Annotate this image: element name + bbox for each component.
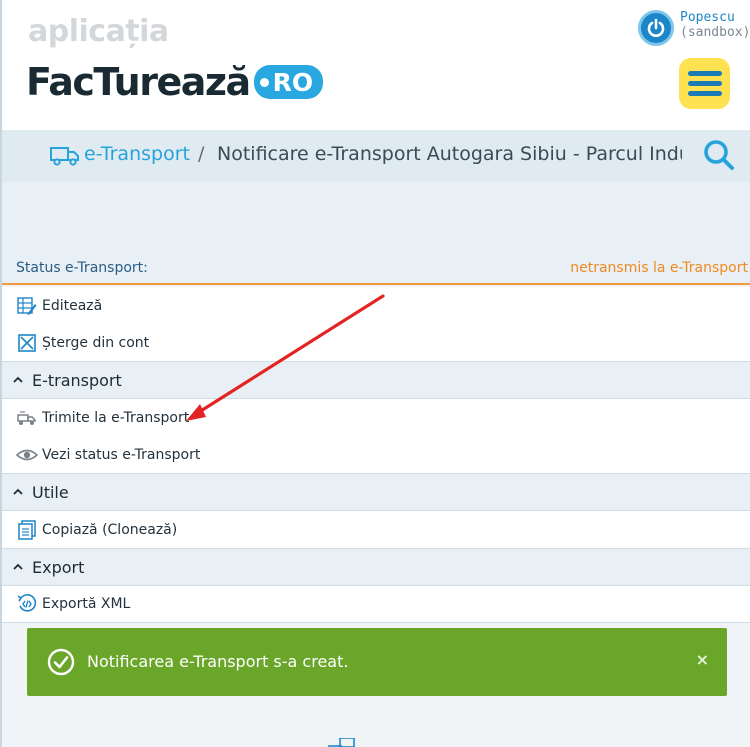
chevron-up-icon: [12, 485, 26, 499]
logo-suffix: RO: [253, 65, 324, 99]
status-row: Status e-Transport: netransmis la e-Tran…: [2, 254, 750, 285]
export-xml-action[interactable]: Exportă XML: [2, 586, 750, 623]
section-utile[interactable]: Utile: [2, 473, 750, 511]
spacer: [2, 182, 750, 254]
breadcrumb-separator: /: [198, 143, 205, 165]
toast-message: Notificarea e-Transport s-a creat.: [87, 652, 349, 671]
eye-icon: [16, 444, 38, 466]
view-status-label: Vezi status e-Transport: [42, 446, 201, 463]
copy-icon: [16, 519, 38, 541]
section-export[interactable]: Export: [2, 548, 750, 586]
send-etransport-action[interactable]: Trimite la e-Transport: [2, 399, 750, 436]
send-etransport-label: Trimite la e-Transport: [42, 409, 190, 426]
chevron-up-icon: [12, 560, 26, 574]
user-menu[interactable]: Popescu (sandbox): [638, 10, 750, 46]
delete-action[interactable]: Șterge din cont: [2, 324, 750, 361]
app-header: aplicația FacTurează RO Popescu (sandbox…: [2, 0, 750, 130]
app-label: aplicația: [28, 14, 169, 49]
stack-icon: [328, 738, 355, 747]
actions-list: Editează Șterge din cont E-transport Tri…: [2, 287, 750, 623]
checkmark-circle-icon: [47, 648, 75, 676]
logo-text: FacTurează: [26, 60, 251, 104]
section-label: E-transport: [32, 370, 122, 390]
breadcrumb-current: Notificare e-Transport Autogara Sibiu - …: [217, 143, 682, 165]
copy-label: Copiază (Clonează): [42, 521, 178, 538]
send-truck-icon: [16, 407, 38, 429]
edit-icon: [16, 295, 38, 317]
power-icon[interactable]: [638, 10, 674, 46]
breadcrumb: e-Transport / Notificare e-Transport Aut…: [2, 130, 750, 182]
chevron-up-icon: [12, 373, 26, 387]
section-etransport[interactable]: E-transport: [2, 361, 750, 399]
delete-icon: [16, 332, 38, 354]
user-name[interactable]: Popescu: [680, 10, 750, 25]
edit-action[interactable]: Editează: [2, 287, 750, 324]
close-icon[interactable]: ×: [696, 650, 709, 669]
delete-label: Șterge din cont: [42, 334, 150, 351]
brand-logo[interactable]: FacTurează RO: [26, 60, 324, 104]
status-label: Status e-Transport:: [16, 260, 148, 276]
export-xml-icon: [16, 593, 38, 615]
status-badge: netransmis la e-Transport: [570, 260, 748, 276]
success-toast: Notificarea e-Transport s-a creat. ×: [27, 628, 727, 696]
search-icon[interactable]: [702, 138, 736, 172]
export-xml-label: Exportă XML: [42, 596, 131, 612]
view-status-action[interactable]: Vezi status e-Transport: [2, 436, 750, 473]
user-environment: (sandbox): [680, 25, 750, 40]
section-label: Utile: [32, 482, 69, 502]
copy-action[interactable]: Copiază (Clonează): [2, 511, 750, 548]
truck-icon: [50, 147, 79, 166]
menu-icon[interactable]: [679, 58, 730, 109]
section-label: Export: [32, 557, 85, 577]
breadcrumb-link-etransport[interactable]: e-Transport: [84, 143, 190, 165]
edit-label: Editează: [42, 297, 103, 314]
